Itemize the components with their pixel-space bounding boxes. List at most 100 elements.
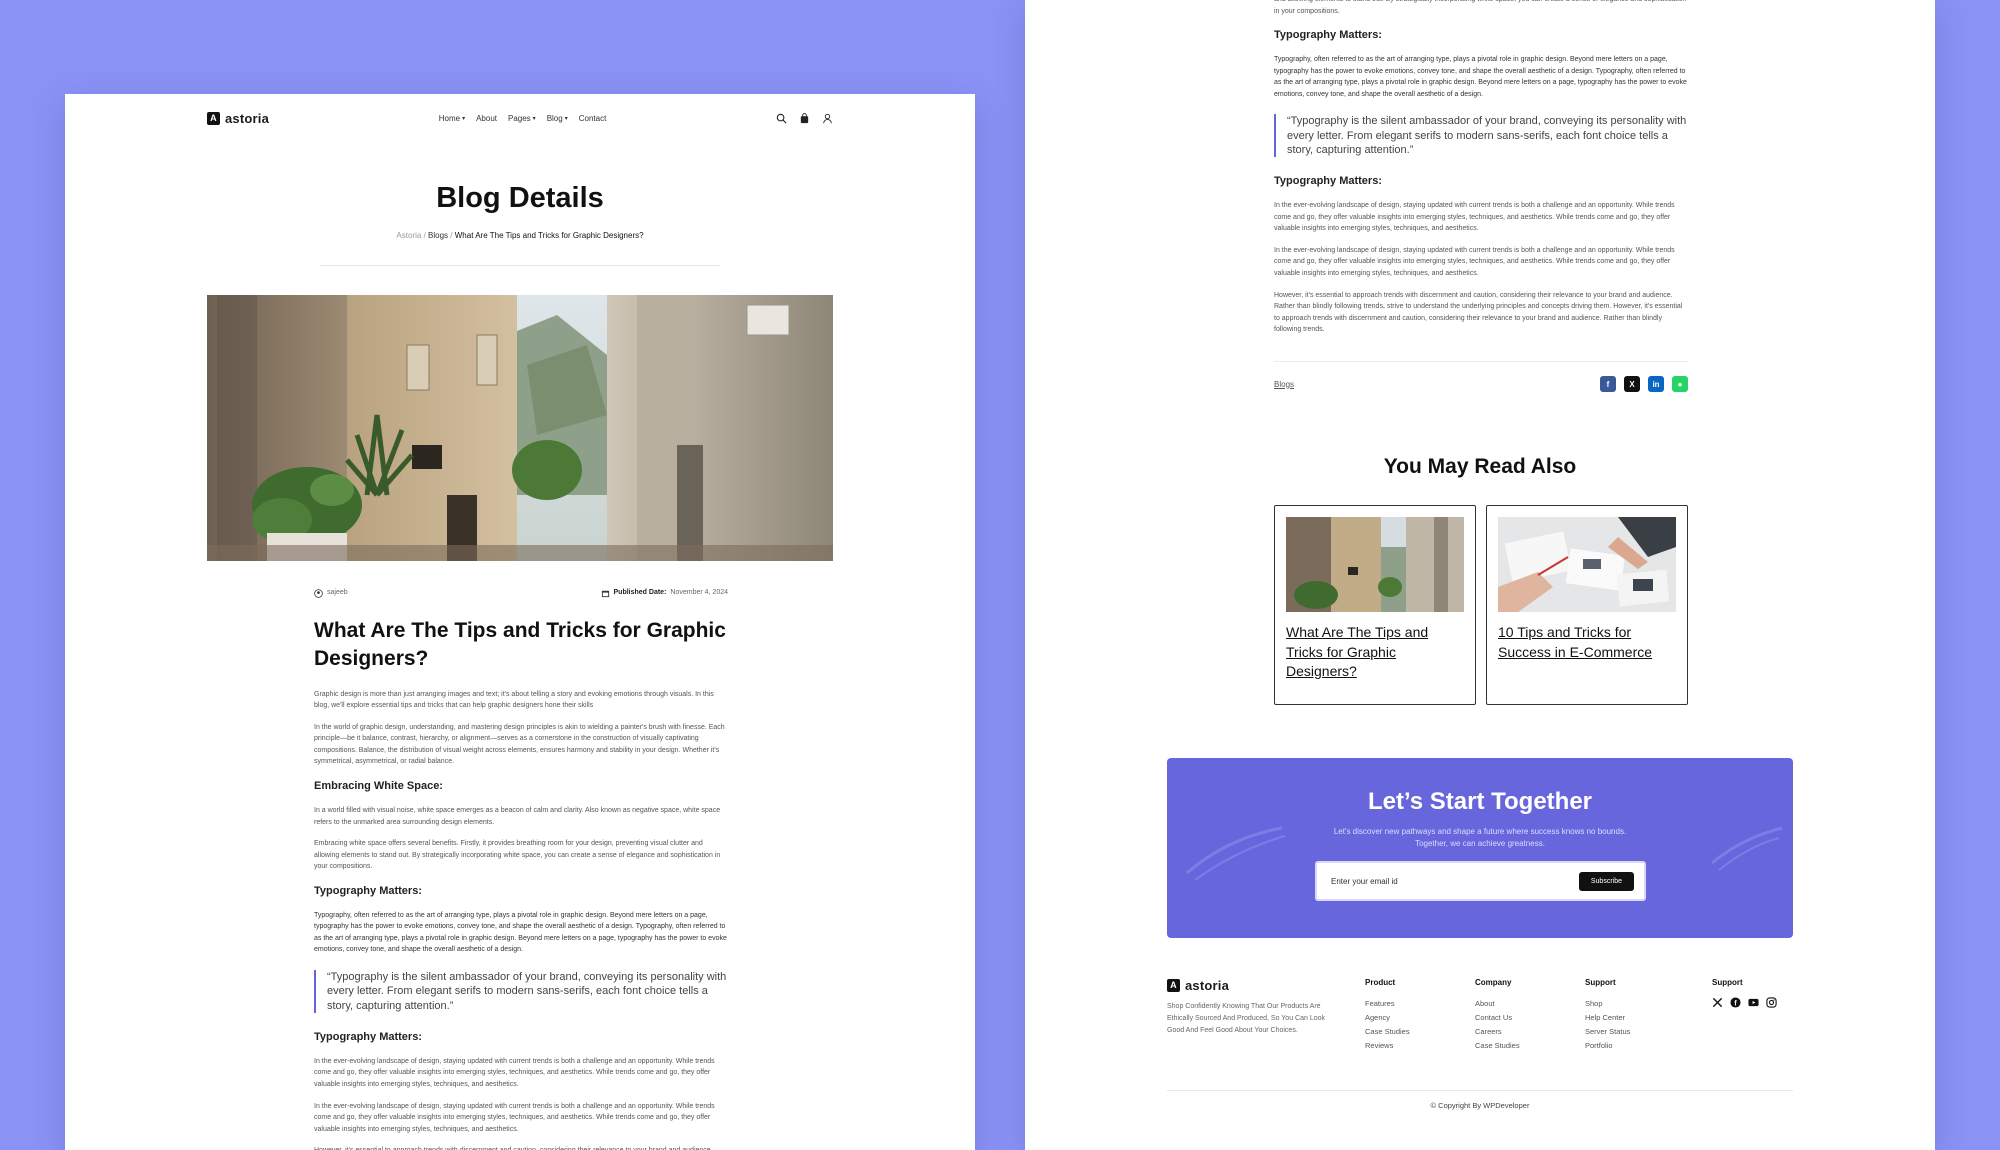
- footer-link[interactable]: About: [1475, 997, 1520, 1011]
- breadcrumb-blogs[interactable]: Blogs: [428, 231, 448, 240]
- nav-item-about[interactable]: About: [476, 114, 497, 123]
- post-paragraph: However, it's essential to approach tren…: [314, 1145, 728, 1150]
- post-intro: Graphic design is more than just arrangi…: [314, 690, 714, 710]
- newsletter-title: Let’s Start Together: [1367, 788, 1593, 815]
- whatsapp-icon[interactable]: ●: [1672, 376, 1688, 392]
- related-card-image[interactable]: [1498, 517, 1676, 612]
- footer-link[interactable]: Agency: [1365, 1011, 1410, 1025]
- newsletter-form: Subscribe: [1315, 861, 1646, 901]
- footer-heading: Support: [1712, 978, 1743, 987]
- post-paragraph: However, it's essential to approach tren…: [1274, 291, 1683, 334]
- footer-link[interactable]: Server Status: [1585, 1025, 1630, 1039]
- nav-label: Contact: [578, 113, 607, 123]
- blog-page-top: A astoria Home ▾ About Pages ▾ Blog ▾ Conta…: [65, 94, 975, 1150]
- footer-link[interactable]: Reviews: [1365, 1039, 1410, 1053]
- site-header: A astoria Home ▾ About Pages ▾ Blog ▾ Conta…: [207, 108, 833, 128]
- nav-item-blog[interactable]: Blog ▾: [547, 114, 568, 123]
- related-card-title[interactable]: What Are The Tips and Tricks for Graphic…: [1286, 623, 1464, 682]
- post-paragraph: Embracing white space offers several ben…: [314, 840, 721, 871]
- brand-logo[interactable]: A astoria: [207, 111, 269, 126]
- post-author-name: sajeeb: [327, 589, 348, 596]
- post-author[interactable]: sajeeb: [314, 588, 348, 599]
- section-heading: Typography Matters:: [1274, 29, 1382, 42]
- user-icon[interactable]: [822, 113, 833, 124]
- footer-link[interactable]: Portfolio: [1585, 1039, 1630, 1053]
- chevron-down-icon: ▾: [462, 115, 466, 122]
- footer-heading: Company: [1475, 978, 1512, 987]
- facebook-icon[interactable]: f: [1730, 997, 1741, 1008]
- divider: [1167, 1090, 1793, 1091]
- nav-item-pages[interactable]: Pages ▾: [508, 114, 536, 123]
- chevron-down-icon: ▾: [532, 115, 536, 122]
- footer-description: Shop Confidently Knowing That Our Produc…: [1167, 1003, 1325, 1034]
- footer-column-support: Support Shop Help Center Server Status P…: [1585, 978, 1630, 1053]
- post-title: What Are The Tips and Tricks for Graphic…: [314, 618, 726, 670]
- footer-logo[interactable]: A astoria: [1167, 978, 1342, 993]
- related-title: You May Read Also: [1383, 455, 1577, 478]
- nav-item-contact[interactable]: Contact: [579, 114, 607, 123]
- footer-link[interactable]: Features: [1365, 997, 1410, 1011]
- calendar-icon: [601, 590, 609, 598]
- nav-label: Pages: [507, 113, 531, 123]
- blockquote: “Typography is the silent ambassador of …: [314, 969, 728, 1013]
- related-card[interactable]: What Are The Tips and Tricks for Graphic…: [1274, 505, 1476, 705]
- article: sajeeb Published Date: November 4, 2024 …: [314, 588, 728, 1150]
- search-icon[interactable]: [776, 113, 787, 124]
- brand-mark-icon: A: [207, 111, 220, 125]
- footer-link[interactable]: Shop: [1585, 997, 1630, 1011]
- post-paragraph: In the world of graphic design, understa…: [314, 723, 725, 766]
- breadcrumb-separator: /: [423, 231, 426, 240]
- published-label: Published Date:: [613, 589, 667, 596]
- footer-link[interactable]: Contact Us: [1475, 1011, 1520, 1025]
- nav-label: Home: [438, 113, 461, 123]
- footer-column-company: Company About Contact Us Careers Case St…: [1475, 978, 1520, 1053]
- breadcrumb-current: What Are The Tips and Tricks for Graphic…: [454, 231, 644, 240]
- published-date: November 4, 2024: [670, 589, 728, 596]
- divider: [1274, 361, 1688, 362]
- youtube-icon[interactable]: [1748, 997, 1759, 1008]
- breadcrumb: Astoria / Blogs / What Are The Tips and …: [65, 231, 975, 240]
- instagram-icon[interactable]: [1766, 997, 1777, 1008]
- hero-image: [207, 295, 833, 561]
- email-input[interactable]: [1331, 876, 1531, 886]
- post-tag[interactable]: Blogs: [1274, 380, 1294, 389]
- related-card-title[interactable]: 10 Tips and Tricks for Success in E-Comm…: [1498, 623, 1676, 662]
- post-footer: Blogs f X in ●: [1274, 376, 1688, 392]
- social-links: f: [1712, 997, 1777, 1008]
- post-paragraph: and allowing elements to stand out. By s…: [1274, 0, 1686, 15]
- linkedin-icon[interactable]: in: [1648, 376, 1664, 392]
- share-buttons: f X in ●: [1600, 376, 1688, 392]
- breadcrumb-home[interactable]: Astoria: [396, 231, 421, 240]
- footer-link[interactable]: Case Studies: [1365, 1025, 1410, 1039]
- x-icon[interactable]: [1712, 997, 1723, 1008]
- facebook-icon[interactable]: f: [1600, 376, 1616, 392]
- post-paragraph: Typography, often referred to as the art…: [1274, 56, 1687, 98]
- main-nav: Home ▾ About Pages ▾ Blog ▾ Contact: [439, 114, 607, 123]
- related-card-image[interactable]: [1286, 517, 1464, 612]
- x-icon[interactable]: X: [1624, 376, 1640, 392]
- related-card[interactable]: 10 Tips and Tricks for Success in E-Comm…: [1486, 505, 1688, 705]
- post-paragraph: In the ever-evolving landscape of design…: [314, 1057, 715, 1089]
- page-title: Blog Details: [436, 182, 604, 214]
- blog-page-bottom: and allowing elements to stand out. By s…: [1025, 0, 1935, 1150]
- brand-name: astoria: [1185, 978, 1230, 993]
- post-paragraph: Typography, often referred to as the art…: [314, 911, 727, 954]
- footer-brand: A astoria Shop Confidently Knowing That …: [1167, 978, 1342, 1037]
- subscribe-button[interactable]: Subscribe: [1578, 871, 1634, 891]
- blockquote: “Typography is the silent ambassador of …: [1274, 114, 1688, 158]
- user-circle-icon: [314, 589, 323, 598]
- nav-label: About: [476, 113, 497, 123]
- newsletter-subtitle: Let's discover new pathways and shape a …: [1333, 827, 1627, 848]
- post-paragraph: In the ever-evolving landscape of design…: [1274, 246, 1675, 277]
- footer-column-product: Product Features Agency Case Studies Rev…: [1365, 978, 1410, 1053]
- footer-link[interactable]: Case Studies: [1475, 1039, 1520, 1053]
- section-heading: Typography Matters:: [314, 884, 422, 897]
- section-heading: Typography Matters:: [314, 1030, 422, 1043]
- bag-icon[interactable]: [799, 112, 810, 124]
- post-paragraph: In the ever-evolving landscape of design…: [314, 1102, 715, 1133]
- footer-link[interactable]: Help Center: [1585, 1011, 1630, 1025]
- breadcrumb-separator: /: [450, 231, 453, 240]
- article-continued: and allowing elements to stand out. By s…: [1274, 0, 1688, 336]
- nav-item-home[interactable]: Home ▾: [439, 114, 465, 123]
- footer-link[interactable]: Careers: [1475, 1025, 1520, 1039]
